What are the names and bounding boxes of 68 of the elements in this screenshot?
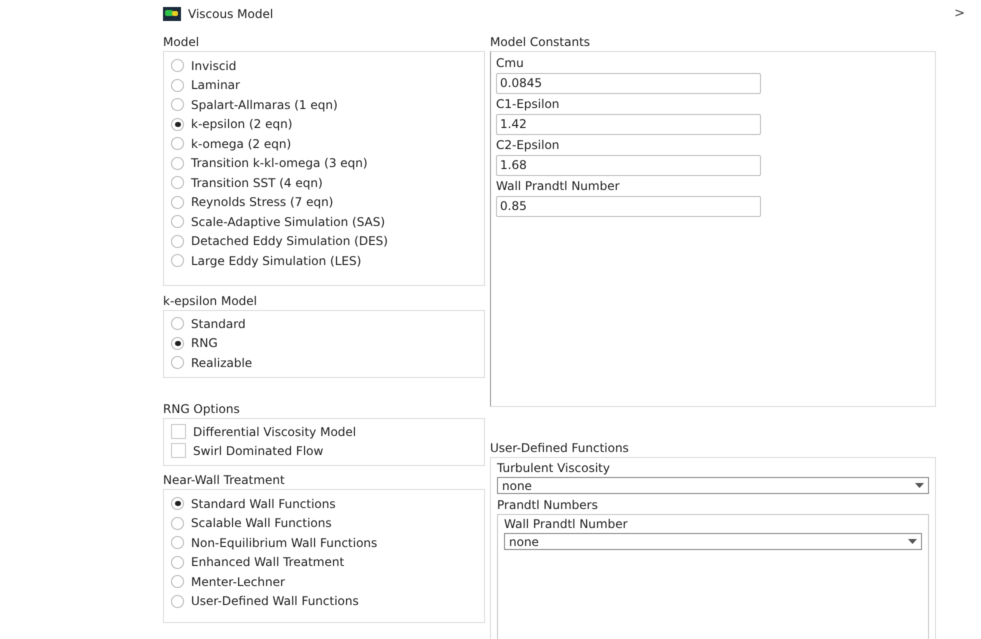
caret-icon [908,539,917,544]
field-label: C2-Epsilon [496,137,560,154]
field-label: Wall Prandtl Number [504,516,629,533]
group-label: User-Defined Functions [490,440,630,457]
radio-label: Inviscid [191,58,236,75]
radio-label: k-epsilon (2 eqn) [191,116,292,134]
radio-button[interactable] [171,234,184,248]
checkbox[interactable] [171,424,186,439]
radio-button[interactable] [171,336,184,350]
input-field[interactable]: 1.42 [496,114,761,135]
group-label: Near-Wall Treatment [163,472,286,489]
caret-icon [915,483,924,488]
group-label: Model Constants [490,34,592,51]
dropdown[interactable]: none [497,477,929,494]
radio-label: Detached Eddy Simulation (DES) [191,233,388,250]
radio-button[interactable] [171,575,184,588]
radio-label: Realizable [191,354,252,372]
radio-button[interactable] [171,196,184,209]
group-label: k-epsilon Model [163,293,258,310]
radio-button[interactable] [171,78,184,92]
radio-label: Spalart-Allmaras (1 eqn) [191,96,338,114]
radio-label: User-Defined Wall Functions [191,593,359,610]
radio-label: Transition k-kl-omega (3 eqn) [191,155,368,172]
radio-label: Reynolds Stress (7 eqn) [191,194,334,212]
radio-label: Standard [191,316,246,333]
input-field[interactable]: 1.68 [496,155,761,176]
radio-button[interactable] [171,356,184,370]
radio-label: Enhanced Wall Treatment [191,554,344,572]
radio-button[interactable] [171,215,184,228]
radio-label: k-omega (2 eqn) [191,136,292,153]
radio-button[interactable] [171,317,184,330]
radio-button[interactable] [171,536,184,550]
radio-button[interactable] [171,497,184,510]
radio-label: Non-Equilibrium Wall Functions [191,534,378,552]
radio-button[interactable] [171,176,184,190]
radio-label: Large Eddy Simulation (LES) [191,252,362,270]
radio-button[interactable] [171,594,184,608]
app-icon [163,7,181,21]
dropdown[interactable]: none [504,533,922,550]
radio-button[interactable] [171,98,184,112]
radio-label: Scalable Wall Functions [191,515,332,532]
radio-label: RNG [191,335,218,352]
checkbox[interactable] [171,443,186,458]
field-label: Cmu [496,55,525,72]
input-field[interactable]: 0.85 [496,196,761,217]
input-field[interactable]: 0.0845 [496,73,761,94]
radio-label: Laminar [191,77,240,94]
checkbox-label: Swirl Dominated Flow [193,442,324,460]
field-label: Turbulent Viscosity [497,460,611,477]
radio-label: Transition SST (4 eqn) [191,174,323,192]
radio-label: Standard Wall Functions [191,496,336,513]
field-label: Prandtl Numbers [497,497,599,514]
checkbox-label: Differential Viscosity Model [193,424,356,440]
radio-button[interactable] [171,556,184,569]
field-label: C1-Epsilon [496,96,560,113]
window-title: Viscous Model [188,6,274,23]
group-label: RNG Options [163,401,241,418]
radio-button[interactable] [171,254,184,268]
field-label: Wall Prandtl Number [496,178,621,195]
close-button[interactable]: > [954,4,965,24]
radio-label: Menter-Lechner [191,574,285,591]
group-label: Model [163,34,200,51]
radio-button[interactable] [171,59,184,72]
radio-button[interactable] [171,516,184,530]
radio-button[interactable] [171,137,184,150]
radio-button[interactable] [171,118,184,131]
radio-button[interactable] [171,156,184,170]
radio-label: Scale-Adaptive Simulation (SAS) [191,214,386,231]
